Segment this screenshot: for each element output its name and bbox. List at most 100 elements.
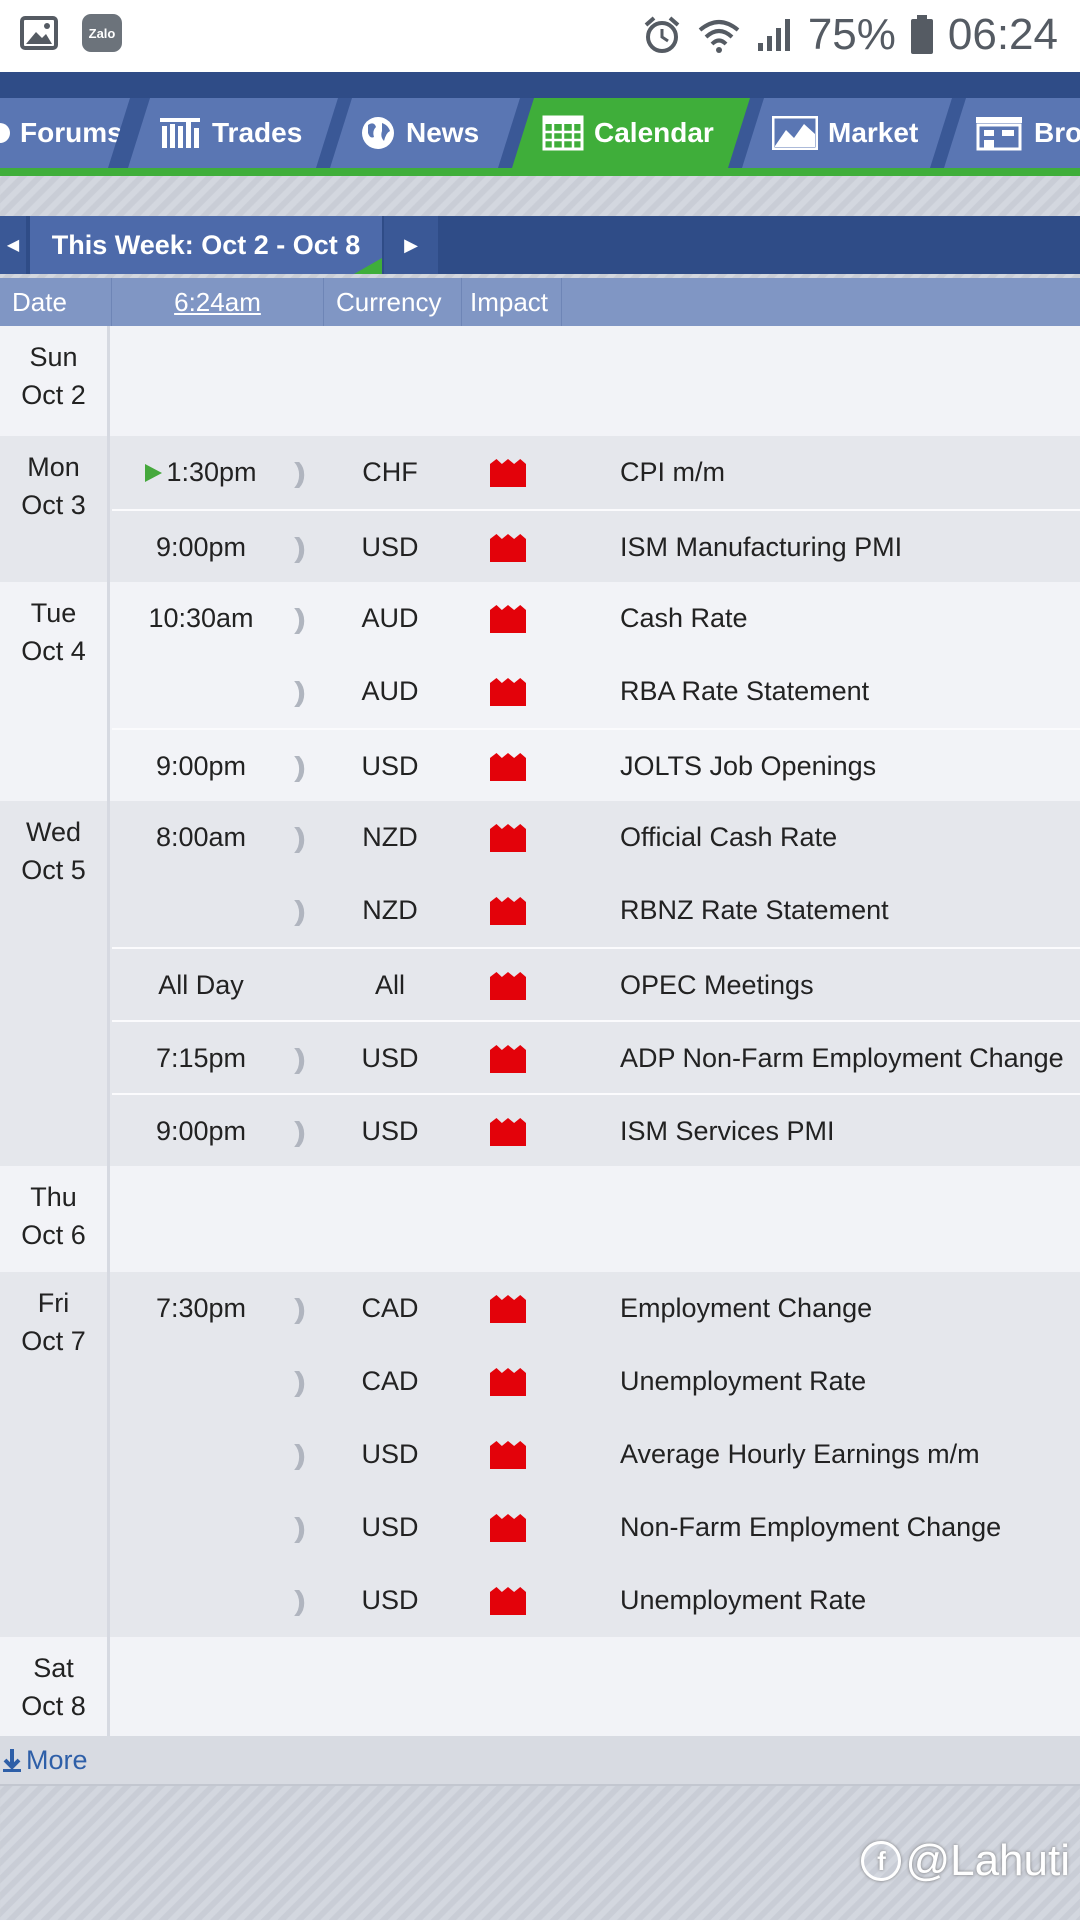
- event-currency: NZD: [362, 895, 418, 925]
- event-title[interactable]: Average Hourly Earnings m/m: [620, 1418, 980, 1491]
- day-block: Tue Oct 4 10:30am))) AUD Cash Rate))) AUD RBA …: [0, 582, 1080, 801]
- next-week-button[interactable]: ▶: [384, 216, 438, 274]
- event-time-text: 9:00pm: [155, 1116, 247, 1146]
- day-label: Fri Oct 7: [0, 1272, 110, 1637]
- day-label: Mon Oct 3: [0, 436, 110, 582]
- tab-forums[interactable]: Forums: [0, 98, 130, 168]
- high-impact-icon: [490, 1368, 526, 1396]
- event-row[interactable]: 9:00pm))) USD ISM Services PMI: [112, 1093, 1080, 1166]
- sound-alert-icon[interactable]: ))): [294, 1022, 306, 1095]
- high-impact-icon: [490, 1514, 526, 1542]
- event-row[interactable]: 1:30pm))) CHF CPI m/m: [112, 436, 1080, 509]
- sound-alert-icon[interactable]: ))): [294, 730, 306, 803]
- broker-icon: [974, 115, 1024, 151]
- current-time-link[interactable]: 6:24am: [174, 287, 261, 318]
- sound-alert-icon[interactable]: ))): [294, 801, 306, 874]
- event-title[interactable]: Unemployment Rate: [620, 1564, 866, 1637]
- day-date: Oct 6: [21, 1220, 86, 1250]
- event-time: 10:30am: [112, 582, 290, 655]
- event-currency: CAD: [361, 1293, 419, 1323]
- more-button[interactable]: More: [0, 1736, 1080, 1786]
- event-row[interactable]: 8:00am))) NZD Official Cash Rate: [112, 801, 1080, 874]
- main-nav: Forums Trades News Calendar Market Bro: [0, 72, 1080, 176]
- event-row[interactable]: ))) USD Unemployment Rate: [112, 1564, 1080, 1637]
- sound-alert-icon[interactable]: ))): [294, 582, 306, 655]
- tab-market[interactable]: Market: [742, 98, 952, 168]
- event-title[interactable]: CPI m/m: [620, 436, 725, 509]
- day-label: Sat Oct 8: [0, 1637, 110, 1743]
- event-time-text: 9:00pm: [155, 751, 247, 781]
- header-time[interactable]: 6:24am: [112, 278, 324, 326]
- event-row[interactable]: ))) USD Average Hourly Earnings m/m: [112, 1418, 1080, 1491]
- high-impact-icon: [490, 459, 526, 487]
- event-title[interactable]: ADP Non-Farm Employment Change: [620, 1022, 1064, 1095]
- sound-alert-icon[interactable]: ))): [294, 1095, 306, 1168]
- event-currency: NZD: [362, 822, 418, 852]
- day-date: Oct 2: [21, 380, 86, 410]
- event-row[interactable]: ))) AUD RBA Rate Statement: [112, 655, 1080, 728]
- event-row[interactable]: 7:15pm))) USD ADP Non-Farm Employment Chan…: [112, 1020, 1080, 1093]
- clock: 06:24: [947, 10, 1058, 59]
- wifi-icon: [698, 20, 740, 53]
- event-title[interactable]: RBA Rate Statement: [620, 655, 869, 728]
- event-time: 9:00pm: [112, 730, 290, 803]
- event-title[interactable]: Non-Farm Employment Change: [620, 1491, 1001, 1564]
- event-currency: All: [374, 970, 405, 1000]
- event-time: [112, 655, 290, 728]
- day-label: Sun Oct 2: [0, 326, 110, 436]
- tab-trades[interactable]: Trades: [128, 98, 338, 168]
- sound-alert-icon[interactable]: ))): [294, 1491, 306, 1564]
- event-row[interactable]: ))) USD Non-Farm Employment Change: [112, 1491, 1080, 1564]
- tab-news[interactable]: News: [330, 98, 520, 168]
- high-impact-icon: [490, 897, 526, 925]
- event-row[interactable]: 9:00pm))) USD JOLTS Job Openings: [112, 728, 1080, 801]
- event-title[interactable]: Cash Rate: [620, 582, 748, 655]
- event-currency: AUD: [361, 676, 419, 706]
- day-block: Sun Oct 2: [0, 326, 1080, 436]
- day-date: Oct 3: [21, 490, 86, 520]
- event-title[interactable]: JOLTS Job Openings: [620, 730, 876, 803]
- event-row[interactable]: 7:30pm))) CAD Employment Change: [112, 1272, 1080, 1345]
- day-name: Wed: [25, 817, 82, 847]
- high-impact-icon: [490, 972, 526, 1000]
- sound-alert-icon[interactable]: ))): [294, 1418, 306, 1491]
- event-title[interactable]: OPEC Meetings: [620, 949, 814, 1022]
- event-time: 7:15pm: [112, 1022, 290, 1095]
- event-time-text: All Day: [158, 970, 244, 1000]
- chevron-left-icon: ◀: [6, 237, 20, 254]
- event-title[interactable]: Official Cash Rate: [620, 801, 837, 874]
- event-title[interactable]: RBNZ Rate Statement: [620, 874, 889, 947]
- bars-icon: [158, 116, 202, 150]
- event-row[interactable]: All Day All OPEC Meetings: [112, 947, 1080, 1020]
- high-impact-icon: [490, 1441, 526, 1469]
- event-currency: USD: [361, 532, 419, 562]
- day-name: Sat: [33, 1653, 74, 1683]
- tab-brokers[interactable]: Bro: [944, 98, 1080, 168]
- event-currency: USD: [361, 1512, 419, 1542]
- event-title[interactable]: ISM Services PMI: [620, 1095, 835, 1168]
- sound-alert-icon[interactable]: ))): [294, 436, 306, 509]
- event-title[interactable]: ISM Manufacturing PMI: [620, 511, 902, 584]
- tab-calendar[interactable]: Calendar: [512, 98, 750, 168]
- day-label: Tue Oct 4: [0, 582, 110, 801]
- sound-alert-icon[interactable]: ))): [294, 511, 306, 584]
- globe-icon: [360, 115, 396, 151]
- event-title[interactable]: Employment Change: [620, 1272, 872, 1345]
- sound-alert-icon[interactable]: ))): [294, 655, 306, 728]
- prev-week-button[interactable]: ◀: [0, 216, 26, 274]
- high-impact-icon: [490, 678, 526, 706]
- event-row[interactable]: ))) NZD RBNZ Rate Statement: [112, 874, 1080, 947]
- sound-alert-icon[interactable]: ))): [294, 874, 306, 947]
- event-time-text: 7:15pm: [155, 1043, 247, 1073]
- current-week-label[interactable]: This Week: Oct 2 - Oct 8: [30, 216, 382, 274]
- event-row[interactable]: 10:30am))) AUD Cash Rate: [112, 582, 1080, 655]
- event-row[interactable]: 9:00pm))) USD ISM Manufacturing PMI: [112, 509, 1080, 582]
- event-row[interactable]: ))) CAD Unemployment Rate: [112, 1345, 1080, 1418]
- event-time-text: 9:00pm: [155, 532, 247, 562]
- sound-alert-icon[interactable]: ))): [294, 1345, 306, 1418]
- event-time: 7:30pm: [112, 1272, 290, 1345]
- sound-alert-icon[interactable]: ))): [294, 1272, 306, 1345]
- sound-alert-icon[interactable]: ))): [294, 1564, 306, 1637]
- event-currency: USD: [361, 1585, 419, 1615]
- event-title[interactable]: Unemployment Rate: [620, 1345, 866, 1418]
